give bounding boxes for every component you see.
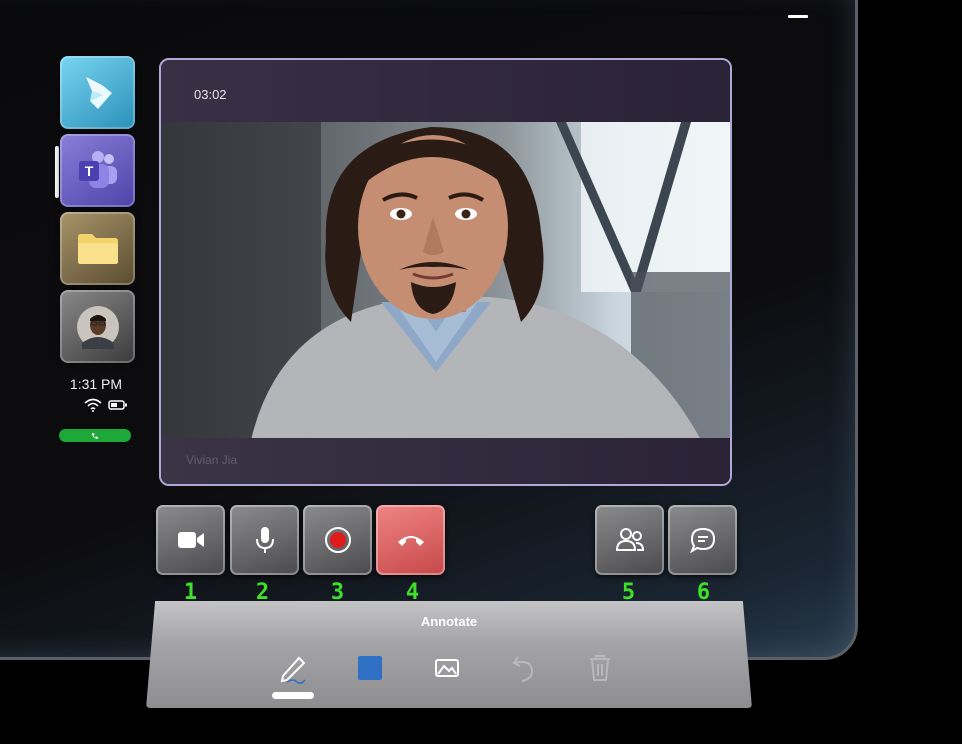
pen-tool-button[interactable]: [275, 650, 311, 686]
record-button[interactable]: [303, 505, 372, 575]
delete-button[interactable]: [582, 650, 618, 686]
call-timer: 03:02: [194, 87, 227, 102]
app-tile-contact[interactable]: [60, 290, 135, 363]
app-tile-dynamics[interactable]: [60, 56, 135, 129]
caller-name: Vivian Jia: [186, 453, 238, 467]
pen-icon: [280, 656, 306, 684]
color-swatch-icon: [358, 656, 382, 680]
phone-icon: [92, 432, 98, 439]
avatar-icon: [76, 305, 119, 349]
microphone-icon: [255, 527, 274, 553]
video-camera-icon: [177, 532, 204, 548]
active-app-indicator: [55, 146, 59, 198]
chat-icon: [689, 527, 715, 553]
selected-tool-indicator: [272, 692, 314, 699]
call-header: 03:02: [161, 60, 730, 122]
participants-icon: [615, 528, 644, 551]
annotate-title: Annotate: [420, 614, 478, 629]
delete-icon: [590, 655, 610, 681]
color-picker-button[interactable]: [352, 650, 388, 686]
battery-icon: [108, 400, 127, 410]
status-icons: [84, 398, 128, 412]
dynamics-icon: [85, 76, 112, 109]
teams-badge: T: [84, 163, 93, 179]
undo-button[interactable]: [506, 650, 542, 686]
app-tile-files[interactable]: [60, 212, 135, 285]
wifi-icon: [84, 398, 102, 412]
image-tool-button[interactable]: [429, 650, 465, 686]
folder-icon: [77, 233, 118, 264]
video-toggle-button[interactable]: [156, 505, 225, 575]
call-footer: Vivian Jia: [161, 438, 730, 484]
app-tile-teams[interactable]: T: [60, 134, 135, 207]
call-window: 03:02 Vivian Jia: [159, 58, 732, 486]
remote-participant-video: [161, 122, 730, 440]
active-call-indicator[interactable]: [59, 429, 131, 442]
chat-button[interactable]: [668, 505, 737, 575]
participants-button[interactable]: [595, 505, 664, 575]
undo-icon: [512, 656, 534, 682]
remote-video-feed: [161, 122, 730, 440]
microphone-toggle-button[interactable]: [230, 505, 299, 575]
end-call-button[interactable]: [376, 505, 445, 575]
record-icon: [324, 527, 351, 553]
minimize-button[interactable]: [788, 15, 808, 18]
teams-icon: T: [78, 150, 117, 188]
clock-time: 1:31 PM: [69, 376, 123, 392]
image-icon: [435, 659, 459, 677]
end-call-icon: [397, 536, 424, 546]
